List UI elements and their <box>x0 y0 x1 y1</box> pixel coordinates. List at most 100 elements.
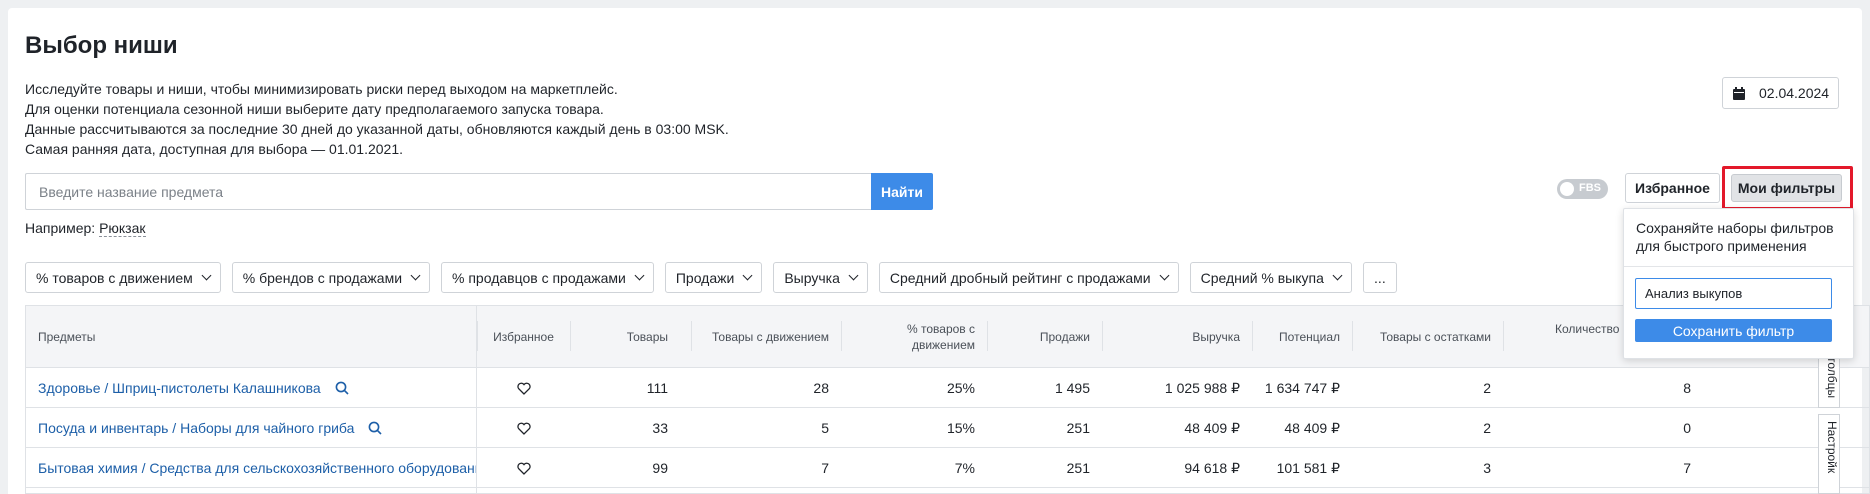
description-line: Данные рассчитываются за последние 30 дн… <box>25 121 729 137</box>
table-row: Посуда и инвентарь / Наборы для чайного … <box>26 408 1869 448</box>
chevron-down-icon <box>742 270 753 281</box>
filter-pct-sellers-sales[interactable]: % продавцов с продажами <box>441 262 654 293</box>
filter-label: Выручка <box>784 269 840 286</box>
search-icon[interactable] <box>368 421 382 435</box>
chevron-down-icon <box>410 270 421 281</box>
save-filter-button[interactable]: Сохранить фильтр <box>1635 319 1832 342</box>
filter-label: Средний дробный рейтинг с продажами <box>889 269 1151 286</box>
header-with-stock[interactable]: Товары с остатками <box>1352 306 1503 368</box>
header-sales[interactable]: Продажи <box>987 306 1102 368</box>
chevron-down-icon <box>848 270 859 281</box>
date-picker-button[interactable]: 02.04.2024 <box>1722 77 1839 109</box>
cell-potential: 101 581 ₽ <box>1276 459 1340 476</box>
header-potential[interactable]: Потенциал <box>1252 306 1352 368</box>
cell-products-moving: 7 <box>821 460 829 476</box>
cell-sales: 251 <box>1066 460 1090 476</box>
chevron-down-icon <box>201 270 212 281</box>
cell-sales: 251 <box>1066 420 1090 436</box>
settings-side-tab[interactable]: Настройк <box>1818 414 1840 494</box>
header-products[interactable]: Товары <box>570 306 680 368</box>
cell-products-moving: 28 <box>813 380 829 396</box>
table-header: Предметы Избранное Товары Товары с движе… <box>26 306 1869 368</box>
search-example: Например: Рюкзак <box>25 220 146 237</box>
filter-label: % брендов с продажами <box>242 269 403 286</box>
description-line: Исследуйте товары и ниши, чтобы минимизи… <box>25 81 618 97</box>
description-line: Самая ранняя дата, доступная для выбора … <box>25 141 404 157</box>
cell-quantity: 8 <box>1683 380 1691 396</box>
header-subject[interactable]: Предметы <box>38 306 338 368</box>
heart-icon <box>516 382 531 395</box>
filters-row: % товаров с движением % брендов с продаж… <box>25 262 1397 293</box>
filters-more-button[interactable]: ... <box>1362 262 1397 293</box>
subject-link[interactable]: Здоровье / Шприц-пистолеты Калашникова <box>38 368 349 408</box>
fbs-toggle-knob <box>1560 182 1574 196</box>
favorite-toggle[interactable] <box>477 408 570 448</box>
filter-label: % продавцов с продажами <box>452 269 626 286</box>
table-row: Бытовая химия / Средства для сельскохозя… <box>26 448 1869 488</box>
filter-avg-rating[interactable]: Средний дробный рейтинг с продажами <box>878 262 1179 293</box>
filter-label: Средний % выкупа <box>1200 269 1324 286</box>
cell-with-stock: 3 <box>1483 460 1491 476</box>
filter-label: % товаров с движением <box>36 269 193 286</box>
my-filters-highlight: Мои фильтры <box>1722 166 1853 210</box>
page-description: Исследуйте товары и ниши, чтобы минимизи… <box>25 79 729 159</box>
cell-pct-moving: 15% <box>946 420 975 436</box>
cell-with-stock: 2 <box>1483 420 1491 436</box>
date-value: 02.04.2024 <box>1759 85 1830 101</box>
cell-revenue: 94 618 ₽ <box>1184 459 1240 476</box>
filter-avg-buyout[interactable]: Средний % выкупа <box>1189 262 1352 293</box>
settings-tab-label: Настройк <box>1825 421 1839 474</box>
description-line: Для оценки потенциала сезонной ниши выбе… <box>25 101 604 117</box>
header-products-moving[interactable]: Товары с движением <box>691 306 841 368</box>
subject-link[interactable]: Бытовая химия / Средства для сельскохозя… <box>38 448 476 488</box>
fbs-label: FBS <box>1579 182 1601 194</box>
popup-hint: Сохраняйте наборы фильтров для быстрого … <box>1636 220 1834 254</box>
chevron-down-icon <box>1159 270 1170 281</box>
niches-table: Предметы Избранное Товары Товары с движе… <box>25 305 1870 494</box>
subject-name: Здоровье / Шприц-пистолеты Калашникова <box>38 380 321 396</box>
my-filters-button[interactable]: Мои фильтры <box>1731 174 1842 202</box>
fbs-toggle-track: FBS <box>1557 179 1608 199</box>
cell-revenue: 1 025 988 ₽ <box>1164 379 1240 396</box>
cell-sales: 1 495 <box>1054 380 1090 396</box>
fbs-toggle[interactable]: FBS <box>1557 179 1608 199</box>
search-button[interactable]: Найти <box>871 173 933 210</box>
chevron-down-icon <box>1332 270 1343 281</box>
search-icon[interactable] <box>335 381 349 395</box>
calendar-icon <box>1733 86 1745 100</box>
filter-sales[interactable]: Продажи <box>664 262 763 293</box>
columns-tab-label: толбцы <box>1825 357 1839 399</box>
filter-name-input[interactable] <box>1635 278 1832 309</box>
heart-icon <box>516 422 531 435</box>
cell-quantity: 0 <box>1683 420 1691 436</box>
favorites-button[interactable]: Избранное <box>1625 173 1720 203</box>
filter-pct-products-moving[interactable]: % товаров с движением <box>25 262 221 293</box>
save-filter-popup: Сохраняйте наборы фильтров для быстрого … <box>1623 208 1854 359</box>
filter-pct-brands-sales[interactable]: % брендов с продажами <box>231 262 431 293</box>
cell-potential: 48 409 ₽ <box>1284 419 1340 436</box>
cell-pct-moving: 25% <box>946 380 975 396</box>
favorite-toggle[interactable] <box>477 448 570 488</box>
heart-icon <box>516 462 531 475</box>
filter-label: Продажи <box>675 269 735 286</box>
subject-link[interactable]: Посуда и инвентарь / Наборы для чайного … <box>38 408 382 448</box>
page-title: Выбор ниши <box>25 32 178 59</box>
cell-products: 99 <box>652 460 668 476</box>
header-revenue[interactable]: Выручка <box>1102 306 1252 368</box>
cell-products: 33 <box>652 420 668 436</box>
subject-column-divider <box>476 306 477 493</box>
filter-revenue[interactable]: Выручка <box>773 262 868 293</box>
popup-divider <box>1624 266 1853 267</box>
subject-name: Посуда и инвентарь / Наборы для чайного … <box>38 420 355 436</box>
favorite-toggle[interactable] <box>477 368 570 408</box>
header-favorite[interactable]: Избранное <box>477 306 570 368</box>
example-link[interactable]: Рюкзак <box>99 220 146 237</box>
search-input[interactable] <box>25 173 872 210</box>
header-pct-moving[interactable]: % товаров с движением <box>841 306 987 368</box>
cell-products-moving: 5 <box>821 420 829 436</box>
cell-with-stock: 2 <box>1483 380 1491 396</box>
cell-pct-moving: 7% <box>954 460 975 476</box>
cell-revenue: 48 409 ₽ <box>1184 419 1240 436</box>
table-row: Здоровье / Шприц-пистолеты Калашникова 1… <box>26 368 1869 408</box>
cell-quantity: 7 <box>1683 460 1691 476</box>
